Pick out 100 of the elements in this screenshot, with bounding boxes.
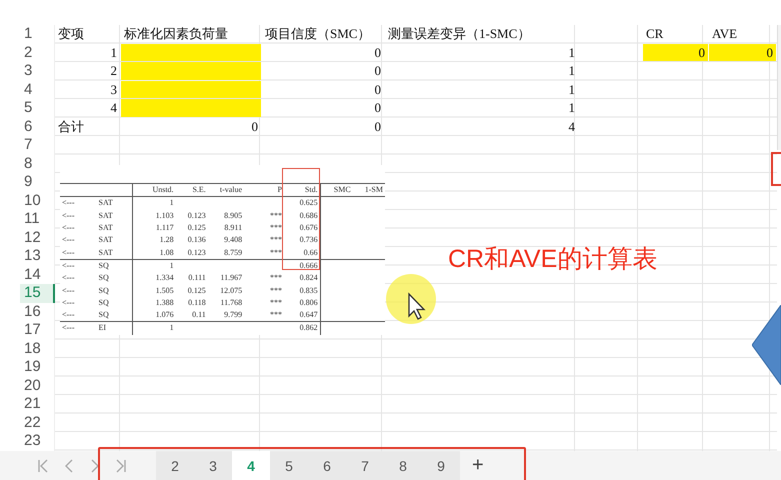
right-arrow-icon[interactable] — [115, 458, 127, 472]
highlighted-cell: 0 — [643, 44, 708, 61]
table-cell-text: 1 — [568, 80, 576, 98]
table-cell-text: 8.911 — [223, 222, 244, 234]
table-cell-text: 0.111 — [187, 272, 207, 284]
table-cell-text: <--- — [61, 272, 76, 284]
table-cell-text: *** — [268, 284, 283, 297]
table-cell-text: 9.408 — [223, 234, 244, 246]
table-cell-text: AVE — [711, 25, 738, 42]
table-cell: SAT — [96, 196, 132, 210]
column-header: Unstd. — [132, 184, 176, 197]
table-cell-text: 测量误差变异（1-SMC） — [387, 25, 532, 42]
table-cell-text: 0.136 — [186, 234, 207, 246]
table-cell-text: *** — [268, 296, 283, 309]
table-cell: <--- — [60, 259, 97, 272]
column-header: SMC — [320, 184, 353, 197]
table-cell-text: <--- — [61, 222, 76, 234]
column-header: S.E. — [176, 184, 208, 197]
table-cell: SAT — [96, 222, 132, 234]
table-cell-text: *** — [268, 272, 283, 284]
table-cell: SQ — [96, 272, 132, 284]
table-cell-text: 0 — [374, 99, 382, 116]
table-cell-text: 0 — [250, 118, 259, 135]
table-cell-text: 4 — [568, 118, 576, 135]
table-cell: 8.759 — [208, 246, 244, 260]
table-cell-text: <--- — [61, 296, 76, 309]
table-cell-text: 12.075 — [219, 284, 244, 297]
table-cell-text: 1 — [568, 99, 576, 116]
table-cell-text: 0 — [374, 80, 382, 98]
table-cell-text: <--- — [61, 234, 76, 246]
table-cell-text: 1 — [110, 44, 118, 61]
table-cell-text: 0 — [374, 62, 382, 80]
table-cell-text: 0.125 — [186, 222, 207, 234]
table-cell: SQ — [96, 284, 132, 297]
table-cell-text: CR — [645, 25, 664, 42]
table-cell: <--- — [60, 308, 97, 322]
table-cell-text: 0.125 — [186, 284, 207, 297]
table-cell-text: 0.118 — [187, 296, 207, 309]
table-cell: 1.117 — [132, 222, 176, 234]
table-cell: 0.862 — [284, 322, 320, 335]
sheet-tab[interactable]: 4 — [232, 451, 270, 480]
table-cell-text: 1 — [568, 44, 576, 61]
caption-text: CR和AVE的计算表 — [448, 244, 658, 275]
table-cell: 1 — [132, 322, 176, 335]
table-cell-text: *** — [268, 210, 283, 222]
table-cell: 1.08 — [132, 246, 176, 260]
highlighted-cell: 0 — [709, 44, 776, 61]
table-cell-text: 合计 — [57, 118, 85, 135]
table-cell: SAT — [96, 246, 132, 260]
table-cell: *** — [244, 308, 284, 322]
table-cell: <--- — [60, 196, 97, 210]
table-cell: 0.123 — [176, 246, 208, 260]
table-cell-text: 0.123 — [186, 210, 207, 222]
table-cell-text: *** — [268, 234, 283, 246]
table-cell-text: 0 — [374, 44, 382, 61]
left-arrow-icon[interactable] — [37, 458, 49, 472]
table-cell-text: 8.905 — [223, 210, 244, 222]
table-cell: 9.799 — [208, 308, 244, 322]
table-cell: SAT — [96, 210, 132, 222]
table-cell-text: 4 — [110, 99, 118, 116]
table-cell-text: 项目信度（SMC） — [264, 25, 372, 42]
table-cell-text: 0 — [374, 118, 382, 135]
table-cell: <--- — [60, 246, 97, 260]
table-cell: 1.334 — [132, 272, 176, 284]
table-cell-text: 3 — [110, 80, 118, 98]
table-cell: SQ — [96, 308, 132, 322]
table-cell: SQ — [96, 296, 132, 309]
table-cell: 0.835 — [284, 284, 320, 297]
table-cell-text: 11.768 — [219, 296, 244, 309]
table-cell: SQ — [96, 259, 132, 272]
table-cell: 1.103 — [132, 210, 176, 222]
column-header: 1-SM — [352, 184, 385, 197]
table-cell: SAT — [96, 234, 132, 246]
table-cell: 0.11 — [176, 308, 208, 322]
table-cell-text: 变项 — [57, 25, 85, 42]
table-cell: 1.076 — [132, 308, 176, 322]
table-cell-text: 1 — [568, 62, 576, 80]
add-sheet-button[interactable]: + — [466, 453, 490, 478]
table-cell: 1.388 — [132, 296, 176, 309]
table-cell-text: <--- — [61, 210, 76, 222]
table-cell-text: <--- — [61, 284, 76, 297]
table-cell: 0.806 — [284, 296, 320, 309]
table-cell: 1.28 — [132, 234, 176, 246]
table-cell: 1.505 — [132, 284, 176, 297]
table-cell: *** — [244, 246, 284, 260]
row-number[interactable]: 15 — [20, 284, 55, 302]
column-header: P — [244, 184, 284, 197]
table-cell-text: 标准化因素负荷量 — [123, 25, 229, 42]
table-cell-text: 2 — [110, 62, 118, 80]
shape-edge — [771, 152, 781, 186]
table-cell: 0.824 — [284, 272, 320, 284]
row-number[interactable]: 16 — [20, 302, 55, 321]
column-header: t-value — [208, 184, 244, 197]
table-cell-text: *** — [268, 222, 283, 234]
table-cell: 0.647 — [284, 308, 320, 322]
table-cell: EI — [96, 322, 132, 335]
table-cell: <--- — [60, 322, 97, 335]
table-cell: 1 — [132, 196, 176, 210]
table-cell: 1 — [132, 259, 176, 272]
table-cell-text: 11.967 — [219, 272, 244, 284]
